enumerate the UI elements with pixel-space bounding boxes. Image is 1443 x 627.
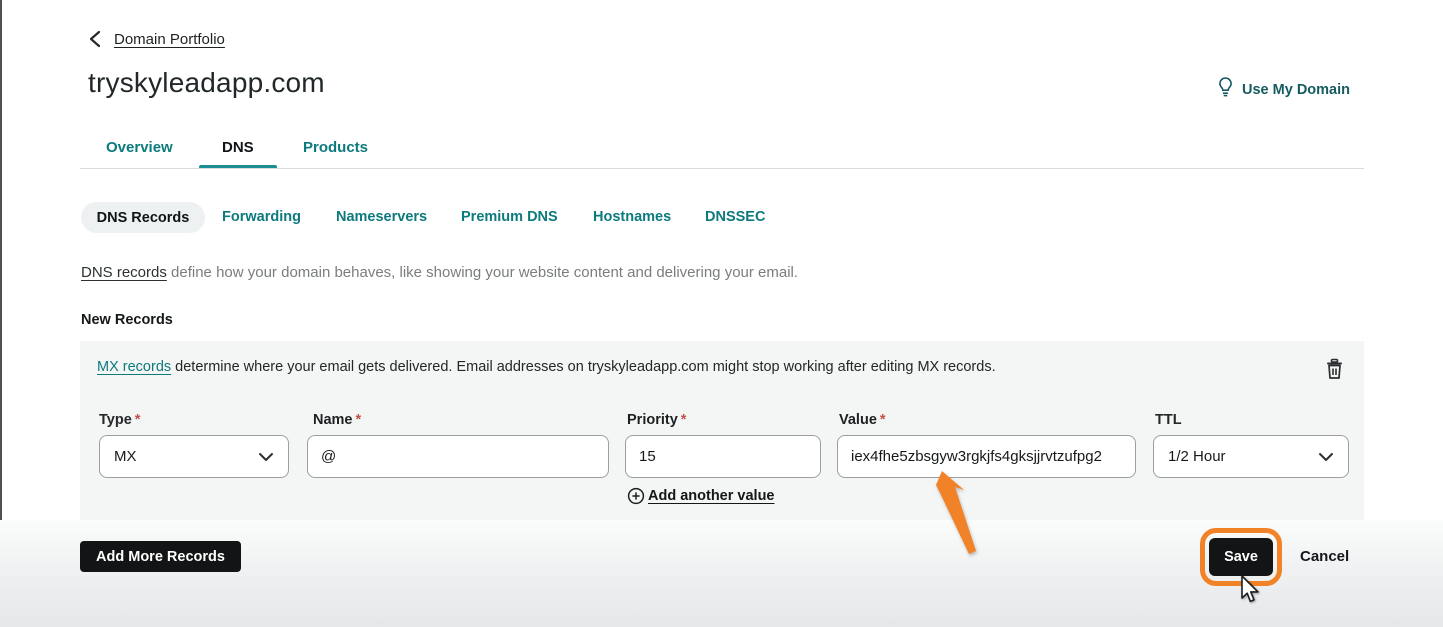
required-asterisk: * bbox=[355, 412, 362, 428]
tab-dns[interactable]: DNS bbox=[222, 139, 254, 156]
subtab-dnssec[interactable]: DNSSEC bbox=[705, 209, 765, 225]
subtab-hostnames[interactable]: Hostnames bbox=[593, 209, 671, 225]
subtab-forwarding[interactable]: Forwarding bbox=[222, 209, 301, 225]
page-title: tryskyleadapp.com bbox=[88, 67, 325, 98]
back-to-domain-portfolio[interactable]: Domain Portfolio bbox=[88, 30, 225, 48]
new-record-card: MX records determine where your email ge… bbox=[80, 341, 1364, 520]
lightbulb-icon bbox=[1217, 76, 1234, 103]
value-field-box bbox=[837, 435, 1136, 478]
type-label: Type * bbox=[99, 412, 141, 428]
mx-warning-rest: determine where your email gets delivere… bbox=[171, 359, 996, 375]
name-field-box bbox=[307, 435, 609, 478]
add-another-value-button[interactable]: Add another value bbox=[627, 487, 775, 505]
chevron-left-icon bbox=[88, 30, 102, 48]
priority-input[interactable] bbox=[626, 436, 820, 477]
back-link-label[interactable]: Domain Portfolio bbox=[114, 31, 225, 48]
ttl-select[interactable]: 1/2 Hour bbox=[1153, 435, 1349, 478]
cancel-button[interactable]: Cancel bbox=[1300, 548, 1349, 565]
required-asterisk: * bbox=[680, 412, 687, 428]
dns-description-text: define how your domain behaves, like sho… bbox=[166, 264, 799, 281]
subtab-nameservers[interactable]: Nameservers bbox=[336, 209, 427, 225]
type-select-value: MX bbox=[114, 448, 137, 465]
add-another-value-label: Add another value bbox=[648, 488, 775, 504]
priority-field-box bbox=[625, 435, 821, 478]
trash-icon bbox=[1327, 358, 1342, 379]
name-label: Name * bbox=[313, 412, 362, 428]
tab-overview[interactable]: Overview bbox=[106, 139, 173, 156]
dns-description: DNS records define how your domain behav… bbox=[81, 264, 798, 281]
mx-warning-text: MX records determine where your email ge… bbox=[97, 359, 996, 375]
use-my-domain-button[interactable]: Use My Domain bbox=[1217, 76, 1350, 103]
ttl-select-value: 1/2 Hour bbox=[1168, 448, 1226, 465]
ttl-label: TTL bbox=[1155, 412, 1182, 428]
chevron-down-icon bbox=[1319, 452, 1333, 461]
priority-label: Priority * bbox=[627, 412, 687, 428]
tab-products[interactable]: Products bbox=[303, 139, 368, 156]
add-more-records-button[interactable]: Add More Records bbox=[80, 541, 241, 572]
dns-records-link[interactable]: DNS records bbox=[81, 264, 167, 281]
delete-record-button[interactable] bbox=[1323, 356, 1349, 382]
required-asterisk: * bbox=[134, 412, 141, 428]
plus-circle-icon bbox=[627, 487, 645, 505]
subtab-dns-records[interactable]: DNS Records bbox=[81, 202, 205, 233]
new-records-heading: New Records bbox=[81, 312, 173, 328]
required-asterisk: * bbox=[879, 412, 886, 428]
tabs-divider bbox=[80, 168, 1364, 169]
subtab-premium-dns[interactable]: Premium DNS bbox=[461, 209, 558, 225]
chevron-down-icon bbox=[259, 452, 273, 461]
subtab-dns-records-label: DNS Records bbox=[96, 209, 190, 226]
mx-records-link[interactable]: MX records bbox=[97, 359, 171, 375]
use-my-domain-label[interactable]: Use My Domain bbox=[1242, 82, 1350, 98]
save-button[interactable]: Save bbox=[1209, 538, 1273, 576]
type-select[interactable]: MX bbox=[99, 435, 289, 478]
value-input[interactable] bbox=[838, 436, 1135, 477]
name-input[interactable] bbox=[308, 436, 608, 477]
value-label: Value * bbox=[839, 412, 886, 428]
